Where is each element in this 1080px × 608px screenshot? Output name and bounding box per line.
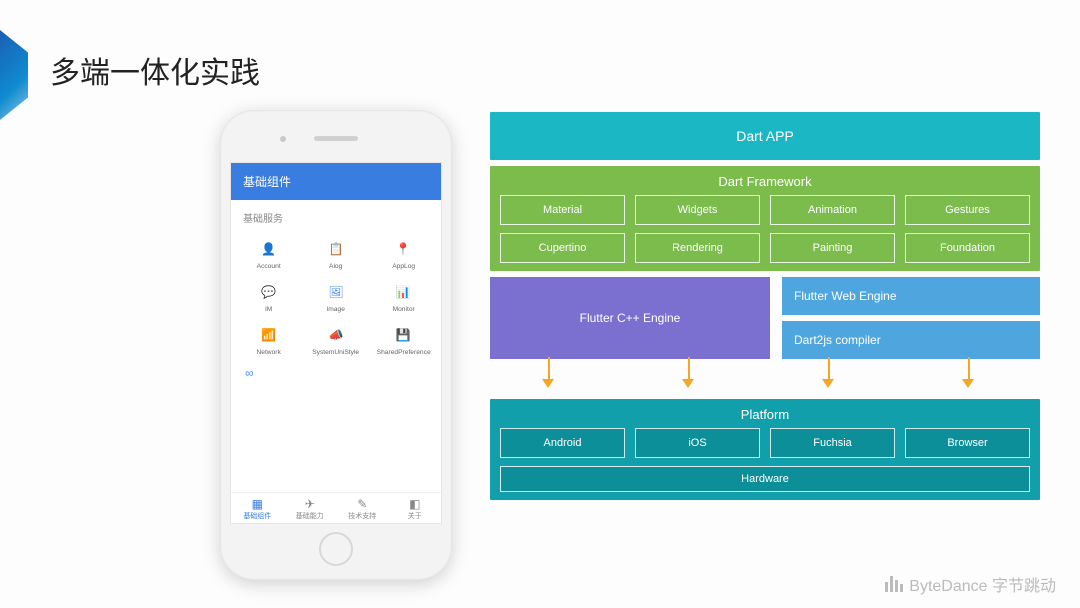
grid-item-label: AppLog bbox=[373, 263, 433, 270]
tab-label: 基础能力 bbox=[284, 511, 337, 521]
framework-module: Painting bbox=[770, 233, 895, 263]
tab-item[interactable]: ✈基础能力 bbox=[284, 497, 337, 521]
arrow-line bbox=[548, 357, 550, 381]
slide-accent bbox=[0, 30, 28, 120]
dart2js-compiler: Dart2js compiler bbox=[782, 321, 1040, 359]
tab-icon: ✈ bbox=[284, 497, 337, 511]
platform-target: Browser bbox=[905, 428, 1030, 458]
footer-logo: ByteDance 字节跳动 bbox=[885, 572, 1056, 596]
web-engine-column: Flutter Web Engine Dart2js compiler bbox=[782, 277, 1040, 359]
grid-item-icon: 💾 bbox=[393, 325, 413, 345]
infinity-icon: ∞ bbox=[245, 366, 254, 380]
app-bar-title: 基础组件 bbox=[243, 175, 291, 189]
flutter-web-engine: Flutter Web Engine bbox=[782, 277, 1040, 315]
tab-label: 关于 bbox=[389, 511, 442, 521]
grid-item[interactable]: 🖼 Image bbox=[304, 276, 367, 313]
flutter-cpp-engine: Flutter C++ Engine bbox=[490, 277, 770, 359]
platform-target: Android bbox=[500, 428, 625, 458]
grid-item[interactable]: 💬 IM bbox=[237, 276, 300, 313]
arrow-down-icon bbox=[962, 379, 974, 388]
tab-item[interactable]: ▦基础组件 bbox=[231, 497, 284, 521]
tab-label: 技术支持 bbox=[336, 511, 389, 521]
framework-row-1: Material Widgets Animation Gestures bbox=[500, 195, 1030, 225]
tab-icon: ◧ bbox=[389, 497, 442, 511]
architecture-diagram: Dart APP Dart Framework Material Widgets A… bbox=[490, 112, 1040, 542]
tab-icon: ✎ bbox=[336, 497, 389, 511]
platform-targets-row: Android iOS Fuchsia Browser bbox=[500, 428, 1030, 458]
phone-speaker bbox=[314, 136, 358, 141]
tab-item[interactable]: ✎技术支持 bbox=[336, 497, 389, 521]
framework-module: Animation bbox=[770, 195, 895, 225]
platform-title: Platform bbox=[500, 407, 1030, 422]
dart-framework-title: Dart Framework bbox=[500, 174, 1030, 189]
engine-row: Flutter C++ Engine Flutter Web Engine Da… bbox=[490, 277, 1040, 359]
grid-item[interactable]: 📋 Alog bbox=[304, 233, 367, 270]
service-grid: 👤 Account 📋 Alog 📍 AppLog 💬 IM 🖼 Image 📊 Monitor 📶 Ne… bbox=[231, 229, 441, 360]
grid-item-label: Account bbox=[239, 263, 299, 270]
platform-target: iOS bbox=[635, 428, 760, 458]
arrow-line bbox=[688, 357, 690, 381]
arrow-line bbox=[828, 357, 830, 381]
framework-module: Cupertino bbox=[500, 233, 625, 263]
footer-text: ByteDance 字节跳动 bbox=[909, 572, 1056, 596]
arrow-down-icon bbox=[682, 379, 694, 388]
section-label: 基础服务 bbox=[231, 200, 441, 229]
grid-item-icon: 👤 bbox=[259, 239, 279, 259]
grid-item[interactable]: 📣 SystemUniStyle bbox=[304, 319, 367, 356]
framework-row-2: Cupertino Rendering Painting Foundation bbox=[500, 233, 1030, 263]
layer-platform: Platform Android iOS Fuchsia Browser Hardwa… bbox=[490, 399, 1040, 500]
grid-item-icon: 💬 bbox=[259, 282, 279, 302]
grid-item[interactable]: 📍 AppLog bbox=[372, 233, 435, 270]
platform-hardware: Hardware bbox=[500, 466, 1030, 492]
phone-screen: 基础组件 基础服务 👤 Account 📋 Alog 📍 AppLog 💬 IM 🖼 Image 📊… bbox=[230, 162, 442, 524]
framework-module: Material bbox=[500, 195, 625, 225]
grid-item-icon: 🖼 bbox=[326, 282, 346, 302]
grid-item-label: SharedPreference bbox=[373, 349, 433, 356]
bottom-tab-bar: ▦基础组件✈基础能力✎技术支持◧关于 bbox=[231, 492, 441, 523]
framework-module: Gestures bbox=[905, 195, 1030, 225]
grid-item-icon: 📊 bbox=[393, 282, 413, 302]
bytedance-bars-icon bbox=[885, 576, 903, 592]
arrow-down-icon bbox=[542, 379, 554, 388]
slide-title: 多端一体化实践 bbox=[50, 48, 260, 92]
app-bar: 基础组件 bbox=[231, 163, 441, 200]
layer-dart-framework: Dart Framework Material Widgets Animation G… bbox=[490, 166, 1040, 271]
grid-item-label: SystemUniStyle bbox=[306, 349, 366, 356]
grid-item-icon: 📶 bbox=[259, 325, 279, 345]
grid-item[interactable]: 💾 SharedPreference bbox=[372, 319, 435, 356]
arrow-down-icon bbox=[822, 379, 834, 388]
phone-home-button bbox=[319, 532, 353, 566]
grid-item-label: Network bbox=[239, 349, 299, 356]
arrow-line bbox=[968, 357, 970, 381]
layer-dart-app: Dart APP bbox=[490, 112, 1040, 160]
grid-item-label: Alog bbox=[306, 263, 366, 270]
grid-item-label: IM bbox=[239, 306, 299, 313]
tab-item[interactable]: ◧关于 bbox=[389, 497, 442, 521]
phone-camera bbox=[280, 136, 286, 142]
grid-item-icon: 📋 bbox=[326, 239, 346, 259]
extra-row: ∞ bbox=[231, 360, 441, 386]
grid-item-label: Image bbox=[306, 306, 366, 313]
platform-target: Fuchsia bbox=[770, 428, 895, 458]
tab-label: 基础组件 bbox=[231, 511, 284, 521]
grid-item[interactable]: 📶 Network bbox=[237, 319, 300, 356]
phone-mockup: 基础组件 基础服务 👤 Account 📋 Alog 📍 AppLog 💬 IM 🖼 Image 📊… bbox=[220, 110, 452, 580]
grid-item-icon: 📍 bbox=[393, 239, 413, 259]
framework-module: Widgets bbox=[635, 195, 760, 225]
framework-module: Rendering bbox=[635, 233, 760, 263]
framework-module: Foundation bbox=[905, 233, 1030, 263]
arrows-row bbox=[490, 365, 1040, 393]
tab-icon: ▦ bbox=[231, 497, 284, 511]
grid-item[interactable]: 👤 Account bbox=[237, 233, 300, 270]
grid-item[interactable]: 📊 Monitor bbox=[372, 276, 435, 313]
grid-item-icon: 📣 bbox=[326, 325, 346, 345]
grid-item-label: Monitor bbox=[373, 306, 433, 313]
